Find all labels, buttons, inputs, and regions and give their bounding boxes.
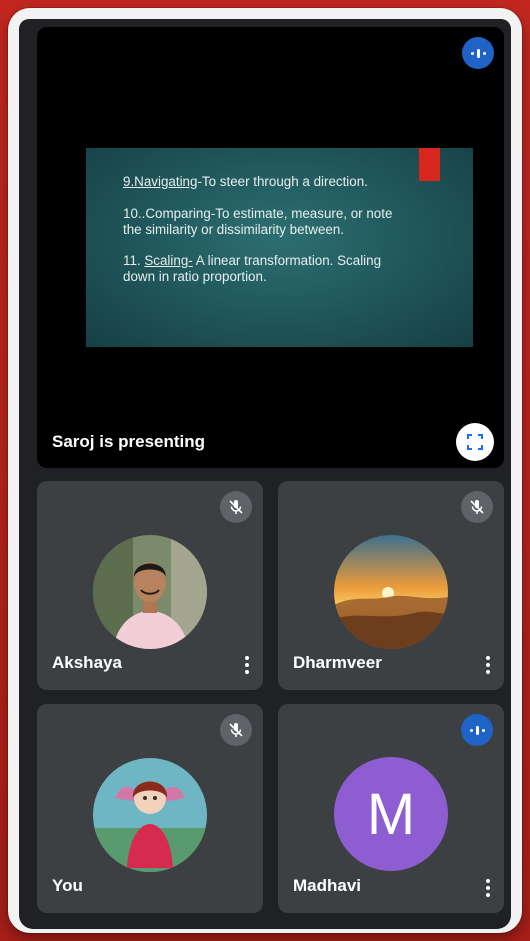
presenter-label: Saroj is presenting — [52, 432, 206, 451]
slide-line-1: 9.Navigating-To steer through a directio… — [123, 174, 453, 190]
participant-name: Akshaya — [52, 653, 122, 672]
slide-line-2b: the similarity or dissimilarity between. — [123, 222, 345, 237]
meet-screen: 9.Navigating-To steer through a directio… — [19, 19, 511, 929]
slide-line-3: 11. Scaling- A linear transformation. Sc… — [123, 253, 453, 269]
avatar — [93, 535, 207, 649]
presentation-tile[interactable]: 9.Navigating-To steer through a directio… — [37, 27, 504, 468]
slide-term-navigating: 9.Navigating — [123, 174, 198, 189]
audio-level-icon — [461, 714, 493, 746]
mic-off-icon — [220, 714, 252, 746]
slide-text: -To steer through a direction. — [197, 174, 368, 189]
mic-off-icon — [220, 491, 252, 523]
fullscreen-button[interactable] — [456, 423, 494, 461]
more-vert-icon[interactable] — [237, 652, 257, 678]
more-vert-icon[interactable] — [478, 652, 498, 678]
avatar-letter: M — [334, 757, 448, 871]
audio-level-icon — [462, 37, 494, 69]
mic-off-icon — [461, 491, 493, 523]
slide-line-2a: 10..Comparing-To estimate, measure, or n… — [123, 206, 393, 221]
participant-name: Dharmveer — [293, 653, 382, 672]
slide-text: 11. — [123, 253, 145, 268]
participant-tile-you[interactable]: You — [37, 704, 263, 913]
slide-line-3b: down in ratio proportion. — [123, 269, 267, 284]
slide-term-scaling: Scaling- — [144, 253, 193, 268]
avatar — [334, 535, 448, 649]
participant-tile-madhavi[interactable]: M Madhavi — [278, 704, 504, 913]
participant-tile-akshaya[interactable]: Akshaya — [37, 481, 263, 690]
more-vert-icon[interactable] — [478, 875, 498, 901]
slide-text: A linear transformation. Scaling — [192, 253, 382, 268]
participant-tile-dharmveer[interactable]: Dharmveer — [278, 481, 504, 690]
fullscreen-icon — [467, 434, 483, 450]
participant-name: Madhavi — [293, 876, 362, 895]
shared-slide: 9.Navigating-To steer through a directio… — [86, 148, 473, 347]
avatar — [93, 758, 207, 872]
participant-name: You — [52, 876, 83, 895]
